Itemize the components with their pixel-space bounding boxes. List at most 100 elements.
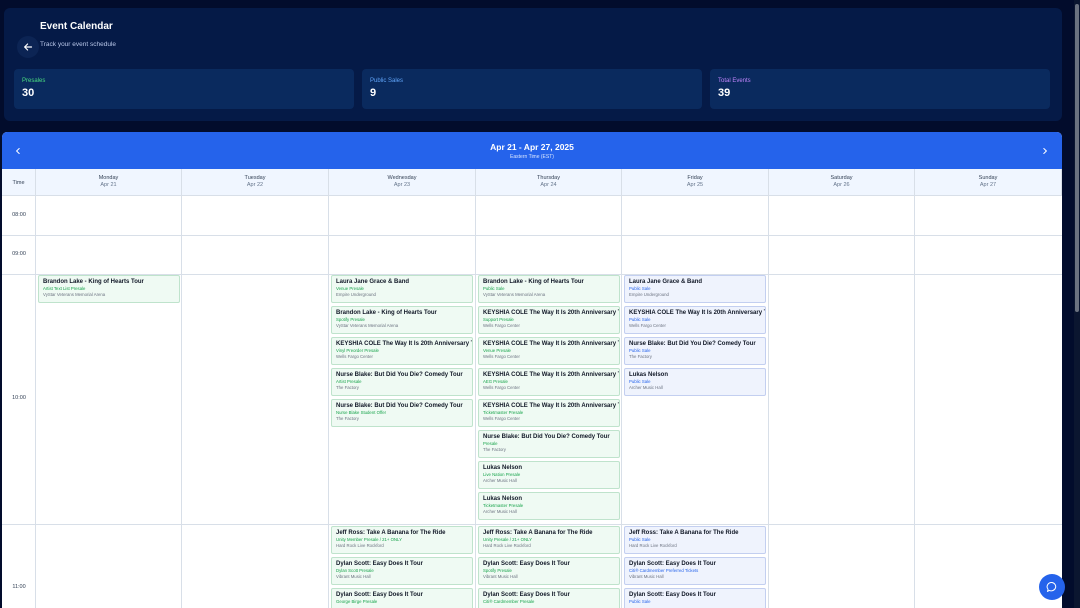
day-name: Friday xyxy=(687,175,703,181)
day-divider xyxy=(768,196,769,608)
event-card[interactable]: KEYSHIA COLE The Way It Is 20th Annivers… xyxy=(478,306,620,334)
event-venue: The Factory xyxy=(336,385,359,390)
event-card[interactable]: KEYSHIA COLE The Way It Is 20th Annivers… xyxy=(478,368,620,396)
event-card[interactable]: Nurse Blake: But Did You Die? Comedy Tou… xyxy=(331,368,473,396)
event-type: Public Sale xyxy=(629,537,651,542)
day-name: Wednesday xyxy=(387,175,417,181)
event-title: Laura Jane Grace & Band xyxy=(336,279,410,285)
event-venue: Hard Rock Live Rockford xyxy=(483,543,531,548)
stat-card-total-events: Total Events 39 xyxy=(710,69,1050,109)
event-card[interactable]: Laura Jane Grace & Band Venue Presale Empi… xyxy=(331,275,473,303)
event-card[interactable]: Nurse Blake: But Did You Die? Comedy Tou… xyxy=(478,430,620,458)
event-card[interactable]: Jeff Ross: Take A Banana for The Ride Uni… xyxy=(331,526,473,554)
event-title: Lukas Nelson xyxy=(629,372,669,378)
event-card[interactable]: Jeff Ross: Take A Banana for The Ride Uni… xyxy=(478,526,620,554)
event-venue: Vibrant Music Hall xyxy=(336,574,371,579)
event-title: Lukas Nelson xyxy=(483,465,523,471)
header-panel: Event Calendar Track your event schedule… xyxy=(4,8,1062,121)
event-venue: The Factory xyxy=(483,447,506,452)
event-venue: Wells Fargo Center xyxy=(483,385,520,390)
stat-card-public-sales: Public Sales 9 xyxy=(362,69,702,109)
time-label: 11:00 xyxy=(12,584,26,590)
event-venue: Wells Fargo Center xyxy=(483,416,520,421)
event-card[interactable]: Brandon Lake - King of Hearts Tour Spotif… xyxy=(331,306,473,334)
event-title: Brandon Lake - King of Hearts Tour xyxy=(336,310,437,316)
timezone-label: Eastern Time (EST) xyxy=(510,154,554,160)
event-type: Public Sale xyxy=(629,379,651,384)
event-card[interactable]: KEYSHIA COLE The Way It Is 20th Annivers… xyxy=(478,399,620,427)
event-type: Live Nation Presale xyxy=(483,472,521,477)
day-date: Apr 21 xyxy=(100,182,117,188)
event-venue: Empire Underground xyxy=(629,292,669,297)
event-venue: Vibrant Music Hall xyxy=(483,574,518,579)
event-card[interactable]: Lukas Nelson Live Nation Presale Archer Mu… xyxy=(478,461,620,489)
event-venue: The Factory xyxy=(629,354,652,359)
day-date: Apr 24 xyxy=(540,182,557,188)
event-type: Unity Member Presale / 21+ ONLY xyxy=(336,537,402,542)
event-title: KEYSHIA COLE The Way It Is 20th Annivers… xyxy=(483,372,620,378)
event-type: Venue Presale xyxy=(483,348,511,353)
event-venue: Hard Rock Live Rockford xyxy=(336,543,384,548)
event-card[interactable]: Lukas Nelson Public Sale Archer Music Hall xyxy=(624,368,766,396)
event-venue: Wells Fargo Center xyxy=(336,354,373,359)
event-card[interactable]: Brandon Lake - King of Hearts Tour Artist… xyxy=(38,275,180,303)
event-title: Dylan Scott: Easy Does It Tour xyxy=(629,561,716,567)
scrollbar-thumb[interactable] xyxy=(1075,4,1079,312)
day-divider xyxy=(621,196,622,608)
day-header-tuesday: Tuesday Apr 22 xyxy=(182,169,329,196)
event-card[interactable]: Laura Jane Grace & Band Public Sale Empire… xyxy=(624,275,766,303)
event-title: Dylan Scott: Easy Does It Tour xyxy=(483,592,570,598)
day-date: Apr 26 xyxy=(833,182,850,188)
event-card[interactable]: Nurse Blake: But Did You Die? Comedy Tou… xyxy=(624,337,766,365)
event-type: Public Sale xyxy=(483,286,505,291)
event-type: Dylan Scott Presale xyxy=(336,568,374,573)
event-title: KEYSHIA COLE The Way It Is 20th Annivers… xyxy=(336,341,473,347)
event-type: Unity Presale / 21+ ONLY xyxy=(483,537,532,542)
event-card[interactable]: Dylan Scott: Easy Does It Tour Public Sal… xyxy=(624,588,766,608)
time-label: 09:00 xyxy=(12,251,26,257)
day-divider xyxy=(328,196,329,608)
event-title: Nurse Blake: But Did You Die? Comedy Tou… xyxy=(336,403,463,409)
day-date: Apr 23 xyxy=(393,182,411,188)
event-title: Jeff Ross: Take A Banana for The Ride xyxy=(629,530,739,536)
day-name: Saturday xyxy=(830,175,853,181)
chat-button[interactable] xyxy=(1039,574,1065,600)
day-divider xyxy=(475,196,476,608)
day-name: Monday xyxy=(98,175,119,181)
event-venue: Vibrant Music Hall xyxy=(629,574,664,579)
event-title: Brandon Lake - King of Hearts Tour xyxy=(483,279,584,285)
event-venue: Archer Music Hall xyxy=(483,478,517,483)
calendar: Apr 21 - Apr 27, 2025 Eastern Time (EST)… xyxy=(2,132,1062,608)
event-card[interactable]: KEYSHIA COLE The Way It Is 20th Annivers… xyxy=(624,306,766,334)
day-date: Apr 22 xyxy=(246,182,264,188)
event-card[interactable]: Dylan Scott: Easy Does It Tour George Bir… xyxy=(331,588,473,608)
event-venue: Wells Fargo Center xyxy=(629,323,666,328)
event-title: Nurse Blake: But Did You Die? Comedy Tou… xyxy=(629,341,756,347)
event-type: Presale xyxy=(483,441,498,446)
event-card[interactable]: Dylan Scott: Easy Does It Tour Citi® Card… xyxy=(478,588,620,608)
event-venue: Hard Rock Live Rockford xyxy=(629,543,677,548)
event-type: Nurse Blake Student Offer xyxy=(336,410,387,415)
event-card[interactable]: Nurse Blake: But Did You Die? Comedy Tou… xyxy=(331,399,473,427)
event-venue: Wells Fargo Center xyxy=(483,323,520,328)
event-card[interactable]: Lukas Nelson Ticketmaster Presale Archer M… xyxy=(478,492,620,520)
next-week-button[interactable] xyxy=(1038,144,1052,158)
event-card[interactable]: Jeff Ross: Take A Banana for The Ride Pub… xyxy=(624,526,766,554)
back-button[interactable] xyxy=(17,36,39,58)
event-title: Dylan Scott: Easy Does It Tour xyxy=(336,592,423,598)
event-type: Ticketmaster Presale xyxy=(483,503,524,508)
event-card[interactable]: Brandon Lake - King of Hearts Tour Public… xyxy=(478,275,620,303)
day-header-sunday: Sunday Apr 27 xyxy=(915,169,1062,196)
chat-bubble-icon xyxy=(1046,582,1057,592)
event-title: Dylan Scott: Easy Does It Tour xyxy=(336,561,423,567)
event-card[interactable]: Dylan Scott: Easy Does It Tour Spotify Pr… xyxy=(478,557,620,585)
event-type: Spotify Presale xyxy=(336,317,365,322)
stat-value: 9 xyxy=(370,87,377,99)
event-card[interactable]: Dylan Scott: Easy Does It Tour Citi® Card… xyxy=(624,557,766,585)
event-title: KEYSHIA COLE The Way It Is 20th Annivers… xyxy=(629,310,766,316)
event-card[interactable]: KEYSHIA COLE The Way It Is 20th Annivers… xyxy=(478,337,620,365)
event-card[interactable]: Dylan Scott: Easy Does It Tour Dylan Scot… xyxy=(331,557,473,585)
week-range: Apr 21 - Apr 27, 2025 xyxy=(490,142,574,152)
event-type: Citi® Cardmember Presale xyxy=(483,599,535,604)
event-card[interactable]: KEYSHIA COLE The Way It Is 20th Annivers… xyxy=(331,337,473,365)
